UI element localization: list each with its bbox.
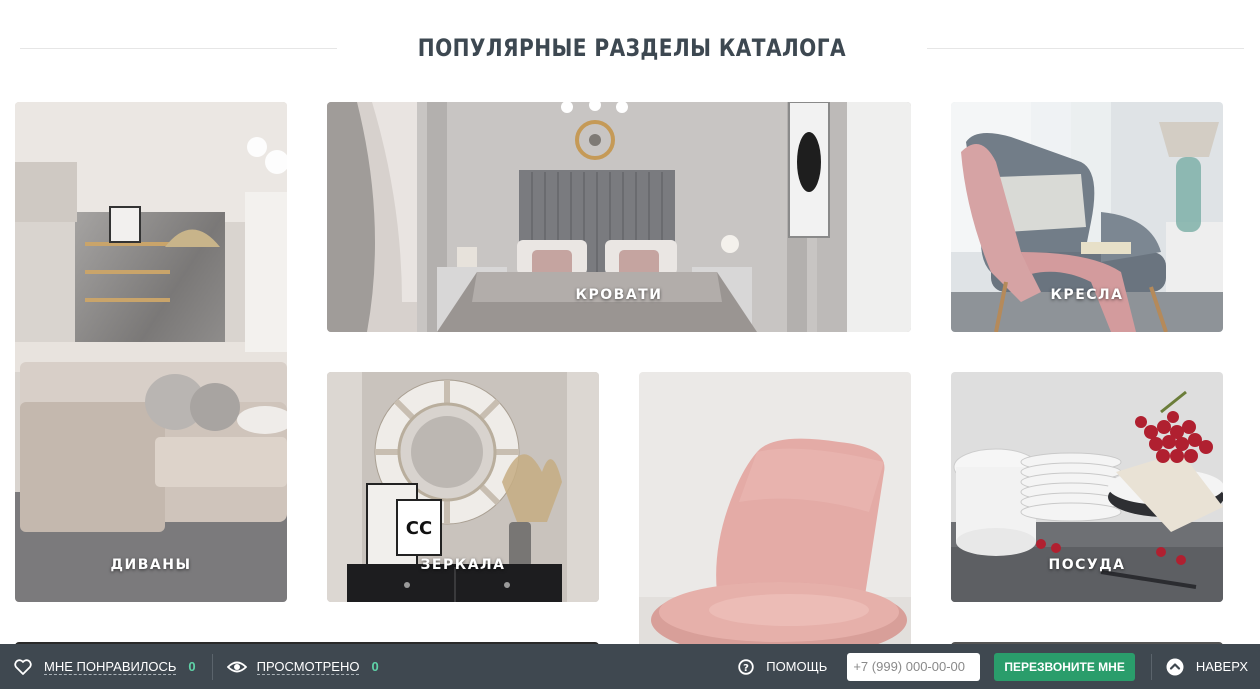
sofas-image: [15, 102, 287, 602]
tile-label: ДИВАНЫ: [110, 557, 192, 573]
chair-image: [639, 372, 911, 662]
section-heading: ПОПУЛЯРНЫЕ РАЗДЕЛЫ КАТАЛОГА: [20, 30, 1245, 66]
page: ПОПУЛЯРНЫЕ РАЗДЕЛЫ КАТАЛОГА ДИВАНЫ КРОВА…: [0, 0, 1260, 689]
tile-label: КРОВАТИ: [575, 287, 663, 303]
svg-text:CC: CC: [406, 518, 432, 539]
tile-label: ЗЕРКАЛА: [420, 557, 506, 573]
heading-line-right: [926, 47, 1245, 49]
liked-link[interactable]: МНЕ ПОНРАВИЛОСЬ: [44, 659, 177, 675]
question-circle-icon: ?: [738, 658, 754, 675]
to-top-link[interactable]: НАВЕРХ: [1196, 659, 1248, 674]
tile-label: КРЕСЛА: [1050, 287, 1124, 303]
page-title: ПОПУЛЯРНЫЕ РАЗДЕЛЫ КАТАЛОГА: [417, 34, 847, 62]
viewed-item[interactable]: ПРОСМОТРЕНО 0: [226, 644, 379, 689]
catalog-tile-beds[interactable]: КРОВАТИ: [327, 102, 911, 332]
liked-item[interactable]: МНЕ ПОНРАВИЛОСЬ 0: [14, 644, 196, 689]
bottom-toolbar: МНЕ ПОНРАВИЛОСЬ 0 ПРОСМОТРЕНО 0 ? ПОМОЩЬ…: [0, 644, 1260, 689]
phone-input[interactable]: [847, 652, 981, 681]
divider: [211, 653, 213, 680]
to-top-item[interactable]: НАВЕРХ: [1166, 644, 1248, 689]
catalog-tile-armchairs[interactable]: КРЕСЛА: [951, 102, 1223, 332]
heading-line-left: [20, 47, 338, 49]
viewed-link[interactable]: ПРОСМОТРЕНО: [256, 659, 360, 675]
help-link[interactable]: ПОМОЩЬ: [766, 659, 827, 674]
tile-label: ПОСУДА: [1048, 557, 1126, 573]
heart-icon: [14, 658, 32, 675]
liked-count: 0: [188, 659, 196, 674]
catalog-tile-chairs[interactable]: [639, 372, 911, 662]
svg-text:?: ?: [743, 663, 749, 674]
catalog-tile-mirrors[interactable]: CC ЗЕРКАЛА: [327, 372, 599, 602]
eye-icon: [226, 660, 247, 674]
callback-button[interactable]: ПЕРЕЗВОНИТЕ МНЕ: [994, 652, 1135, 681]
divider: [1150, 653, 1152, 680]
arrow-up-circle-icon: [1166, 658, 1184, 676]
catalog-tile-tableware[interactable]: ПОСУДА: [951, 372, 1223, 602]
help-item[interactable]: ? ПОМОЩЬ: [738, 644, 827, 689]
viewed-count: 0: [371, 659, 379, 674]
catalog-tile-sofas[interactable]: ДИВАНЫ: [15, 102, 287, 602]
